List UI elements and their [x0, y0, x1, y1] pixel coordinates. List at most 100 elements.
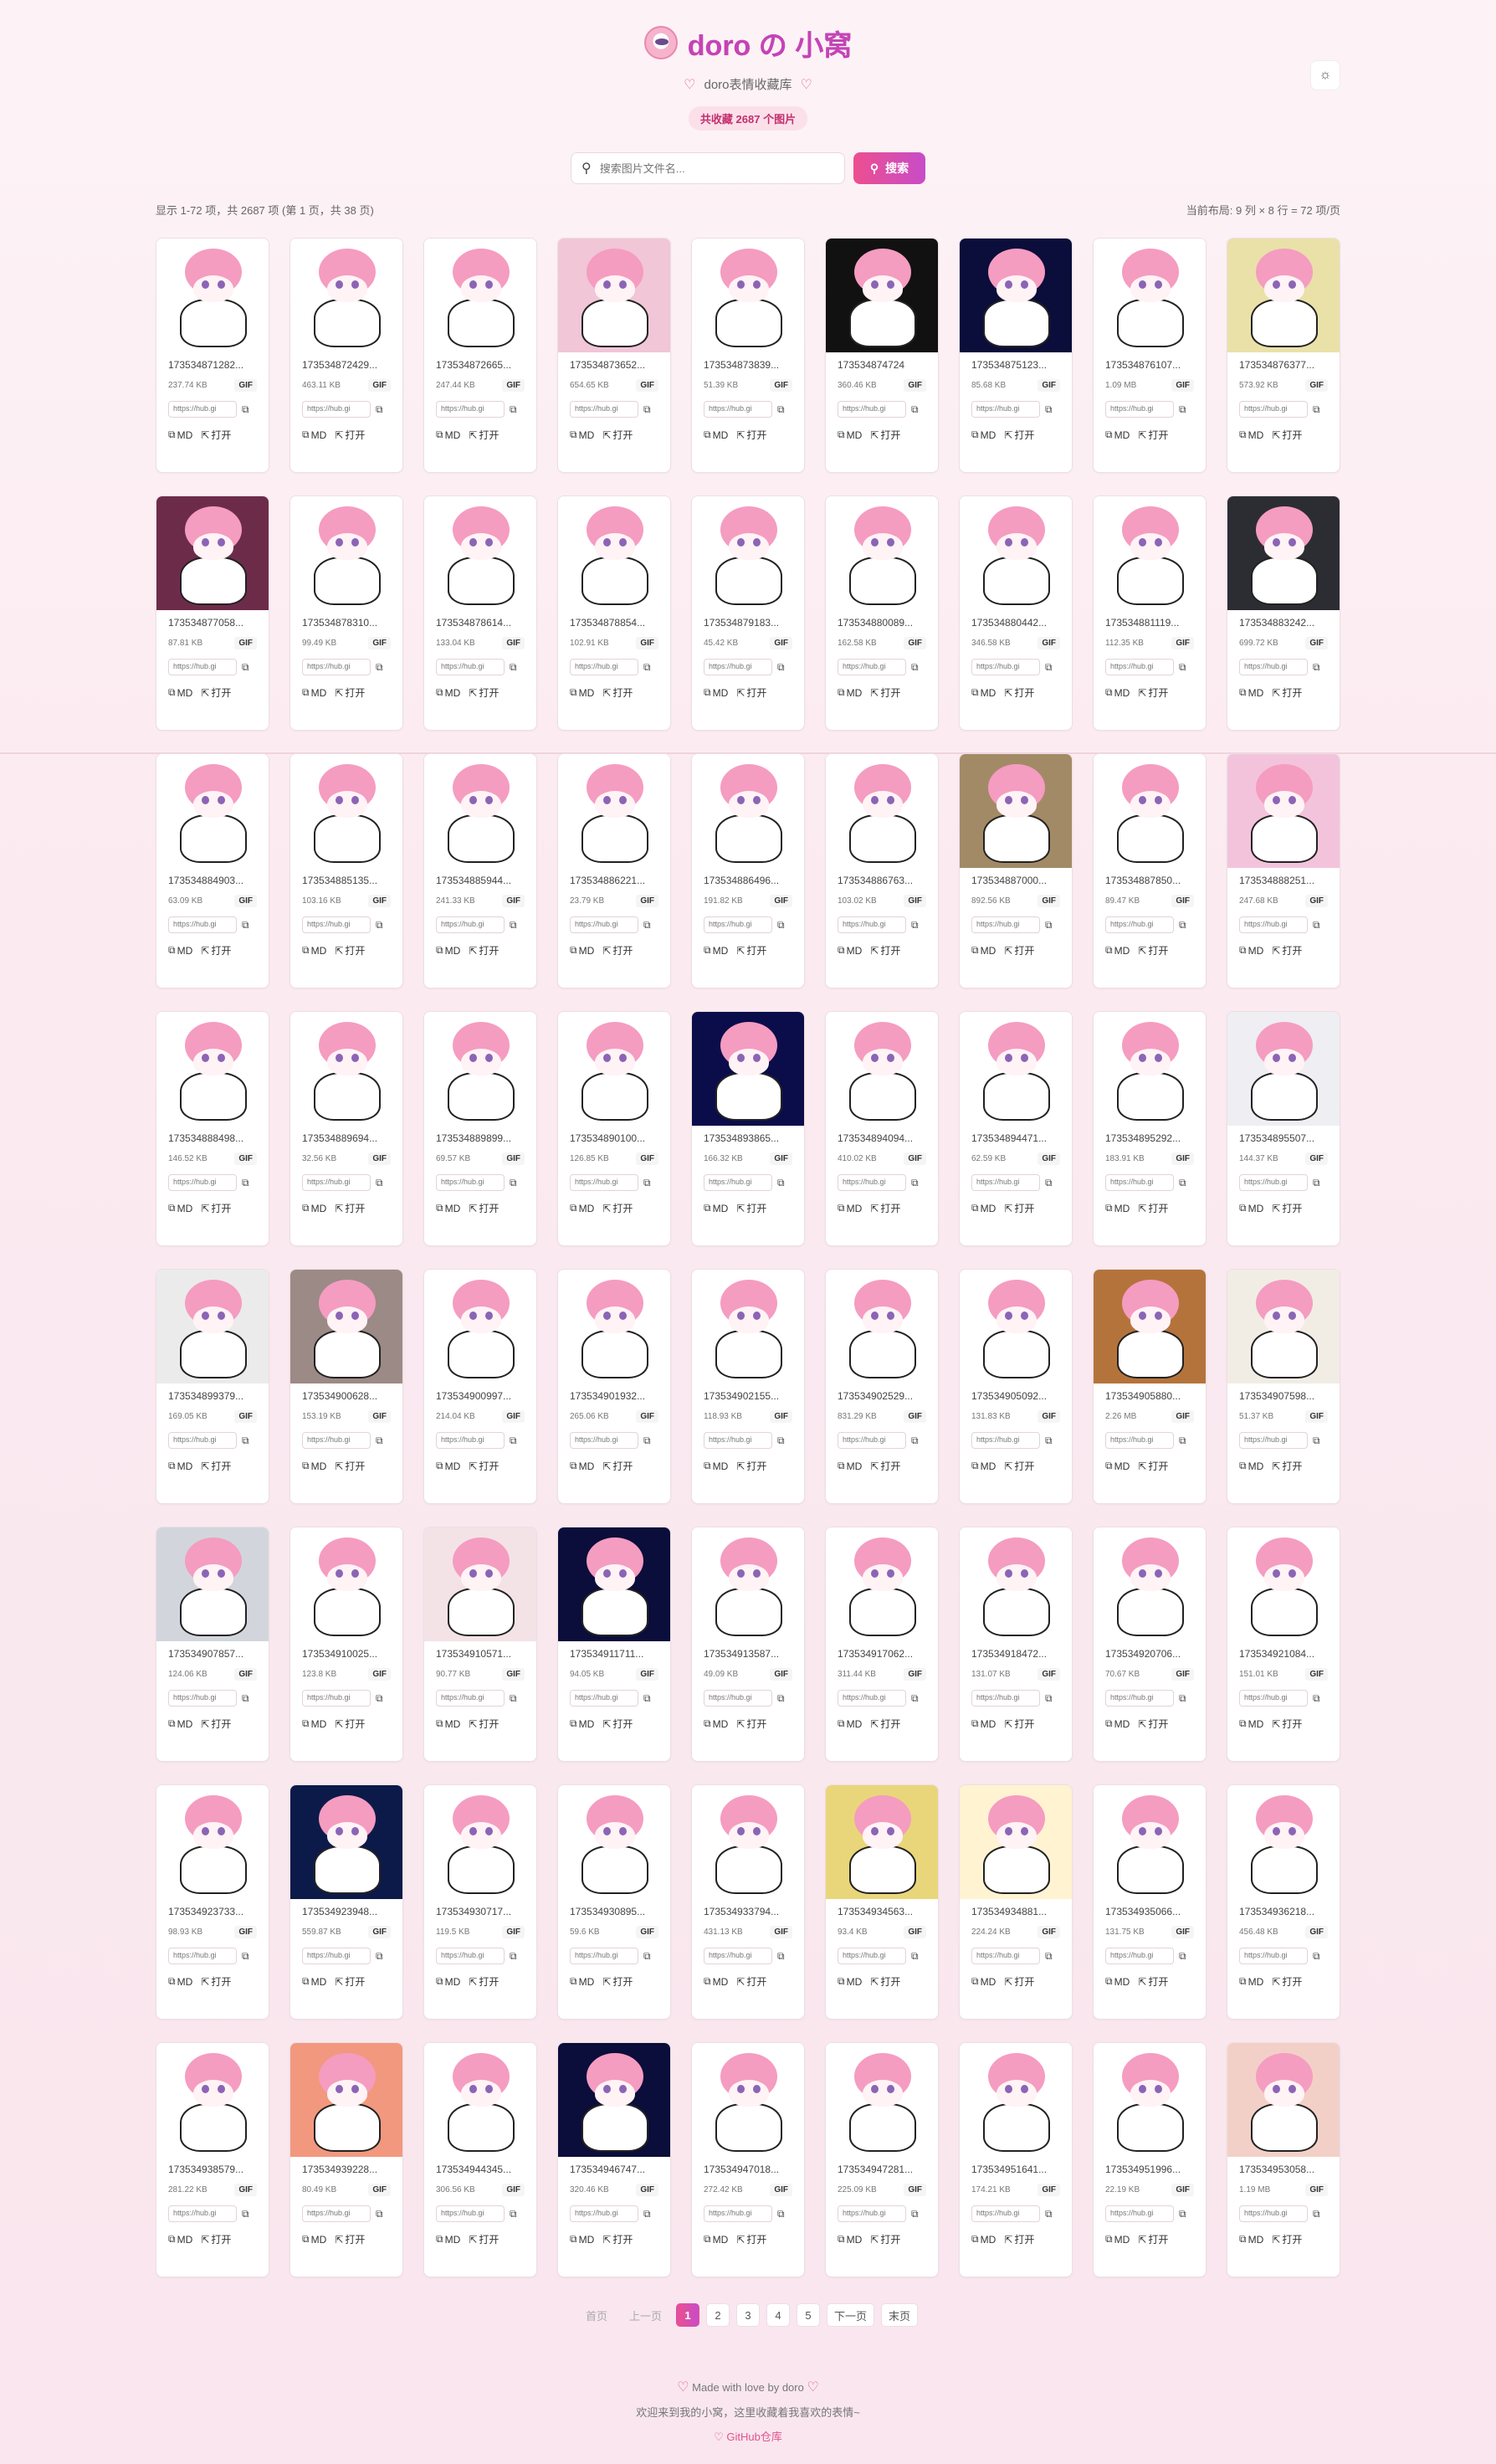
open-button[interactable]: ⇱ 打开 [736, 2232, 766, 2246]
open-button[interactable]: ⇱ 打开 [201, 1201, 231, 1215]
image-card[interactable]: 173534944345... 306.56 KB GIF https://hub.g… [423, 2042, 537, 2277]
open-button[interactable]: ⇱ 打开 [602, 685, 633, 700]
image-card[interactable]: 173534901932... 265.06 KB GIF https://hub.g… [557, 1269, 671, 1504]
copy-url-icon[interactable]: ⧉ [510, 1950, 517, 1963]
url-field[interactable]: https://hub.gi [838, 401, 906, 418]
copy-url-icon[interactable]: ⧉ [242, 1692, 249, 1705]
open-button[interactable]: ⇱ 打开 [1272, 2232, 1302, 2246]
url-field[interactable]: https://hub.gi [302, 1948, 371, 1964]
copy-url-icon[interactable]: ⧉ [643, 1950, 651, 1963]
url-field[interactable]: https://hub.gi [1105, 1432, 1174, 1449]
image-thumbnail[interactable] [424, 1270, 536, 1383]
copy-md-button[interactable]: ⧉ MD [168, 428, 192, 442]
next-page-button[interactable]: 下一页 [827, 2303, 875, 2327]
open-button[interactable]: ⇱ 打开 [335, 1717, 365, 1731]
copy-md-button[interactable]: ⧉ MD [1105, 685, 1130, 700]
copy-md-button[interactable]: ⧉ MD [971, 428, 996, 442]
image-thumbnail[interactable] [156, 1527, 269, 1641]
image-card[interactable]: 173534889899... 69.57 KB GIF https://hub.gi… [423, 1011, 537, 1246]
open-button[interactable]: ⇱ 打开 [335, 943, 365, 957]
copy-url-icon[interactable]: ⧉ [911, 919, 919, 932]
image-card[interactable]: 173534907857... 124.06 KB GIF https://hub.g… [156, 1527, 269, 1762]
url-field[interactable]: https://hub.gi [1105, 1948, 1174, 1964]
image-thumbnail[interactable] [1227, 2043, 1340, 2157]
copy-md-button[interactable]: ⧉ MD [971, 1201, 996, 1215]
copy-md-button[interactable]: ⧉ MD [1105, 1459, 1130, 1473]
url-field[interactable]: https://hub.gi [168, 1690, 237, 1707]
copy-url-icon[interactable]: ⧉ [242, 1435, 249, 1447]
image-card[interactable]: 173534880442... 346.58 KB GIF https://hub.g… [959, 495, 1073, 731]
image-card[interactable]: 173534889694... 32.56 KB GIF https://hub.gi… [289, 1011, 403, 1246]
copy-url-icon[interactable]: ⧉ [911, 1177, 919, 1189]
url-field[interactable]: https://hub.gi [168, 1432, 237, 1449]
copy-md-button[interactable]: ⧉ MD [168, 2232, 192, 2246]
open-button[interactable]: ⇱ 打开 [469, 1459, 499, 1473]
copy-md-button[interactable]: ⧉ MD [838, 1717, 862, 1731]
open-button[interactable]: ⇱ 打开 [335, 1459, 365, 1473]
open-button[interactable]: ⇱ 打开 [469, 428, 499, 442]
open-button[interactable]: ⇱ 打开 [469, 2232, 499, 2246]
copy-url-icon[interactable]: ⧉ [376, 2208, 383, 2220]
copy-url-icon[interactable]: ⧉ [1179, 403, 1186, 416]
copy-url-icon[interactable]: ⧉ [777, 2208, 785, 2220]
url-field[interactable]: https://hub.gi [302, 401, 371, 418]
copy-url-icon[interactable]: ⧉ [1313, 403, 1320, 416]
image-card[interactable]: 173534894094... 410.02 KB GIF https://hub.g… [825, 1011, 939, 1246]
open-button[interactable]: ⇱ 打开 [1004, 428, 1034, 442]
url-field[interactable]: https://hub.gi [704, 401, 772, 418]
image-thumbnail[interactable] [960, 1785, 1072, 1899]
copy-md-button[interactable]: ⧉ MD [570, 1974, 594, 1989]
copy-url-icon[interactable]: ⧉ [1179, 1177, 1186, 1189]
copy-url-icon[interactable]: ⧉ [1179, 1950, 1186, 1963]
copy-url-icon[interactable]: ⧉ [510, 2208, 517, 2220]
copy-md-button[interactable]: ⧉ MD [436, 1974, 460, 1989]
url-field[interactable]: https://hub.gi [570, 401, 638, 418]
image-thumbnail[interactable] [558, 1527, 670, 1641]
copy-md-button[interactable]: ⧉ MD [704, 1717, 728, 1731]
copy-url-icon[interactable]: ⧉ [242, 1177, 249, 1189]
image-card[interactable]: 173534886496... 191.82 KB GIF https://hub.g… [691, 753, 805, 988]
copy-url-icon[interactable]: ⧉ [1179, 661, 1186, 674]
image-card[interactable]: 173534953058... 1.19 MB GIF https://hub.gi ⧉… [1227, 2042, 1340, 2277]
copy-md-button[interactable]: ⧉ MD [570, 1459, 594, 1473]
image-card[interactable]: 173534894471... 62.59 KB GIF https://hub.gi… [959, 1011, 1073, 1246]
copy-url-icon[interactable]: ⧉ [1179, 1692, 1186, 1705]
image-card[interactable]: 173534885944... 241.33 KB GIF https://hub.g… [423, 753, 537, 988]
url-field[interactable]: https://hub.gi [838, 916, 906, 933]
open-button[interactable]: ⇱ 打开 [602, 1974, 633, 1989]
copy-md-button[interactable]: ⧉ MD [570, 1201, 594, 1215]
image-thumbnail[interactable] [558, 1785, 670, 1899]
open-button[interactable]: ⇱ 打开 [870, 1201, 900, 1215]
copy-url-icon[interactable]: ⧉ [510, 1435, 517, 1447]
image-thumbnail[interactable] [1094, 1527, 1206, 1641]
image-thumbnail[interactable] [692, 1012, 804, 1126]
image-thumbnail[interactable] [558, 1270, 670, 1383]
open-button[interactable]: ⇱ 打开 [1138, 685, 1168, 700]
open-button[interactable]: ⇱ 打开 [736, 685, 766, 700]
image-card[interactable]: 173534893865... 166.32 KB GIF https://hub.g… [691, 1011, 805, 1246]
image-card[interactable]: 173534913587... 49.09 KB GIF https://hub.gi… [691, 1527, 805, 1762]
copy-url-icon[interactable]: ⧉ [1179, 1435, 1186, 1447]
open-button[interactable]: ⇱ 打开 [469, 1201, 499, 1215]
url-field[interactable]: https://hub.gi [1239, 1174, 1308, 1191]
open-button[interactable]: ⇱ 打开 [201, 685, 231, 700]
open-button[interactable]: ⇱ 打开 [201, 1974, 231, 1989]
image-card[interactable]: 173534920706... 70.67 KB GIF https://hub.gi… [1093, 1527, 1207, 1762]
url-field[interactable]: https://hub.gi [838, 1174, 906, 1191]
open-button[interactable]: ⇱ 打开 [469, 685, 499, 700]
url-field[interactable]: https://hub.gi [704, 659, 772, 675]
image-card[interactable]: 173534918472... 131.07 KB GIF https://hub.g… [959, 1527, 1073, 1762]
url-field[interactable]: https://hub.gi [168, 659, 237, 675]
copy-md-button[interactable]: ⧉ MD [168, 943, 192, 957]
copy-url-icon[interactable]: ⧉ [911, 403, 919, 416]
open-button[interactable]: ⇱ 打开 [1004, 1201, 1034, 1215]
copy-url-icon[interactable]: ⧉ [911, 661, 919, 674]
image-card[interactable]: 173534902155... 118.93 KB GIF https://hub.g… [691, 1269, 805, 1504]
copy-url-icon[interactable]: ⧉ [376, 403, 383, 416]
image-thumbnail[interactable] [558, 754, 670, 868]
copy-url-icon[interactable]: ⧉ [777, 1950, 785, 1963]
open-button[interactable]: ⇱ 打开 [1272, 1459, 1302, 1473]
image-thumbnail[interactable] [826, 239, 938, 352]
copy-md-button[interactable]: ⧉ MD [1105, 428, 1130, 442]
url-field[interactable]: https://hub.gi [704, 916, 772, 933]
